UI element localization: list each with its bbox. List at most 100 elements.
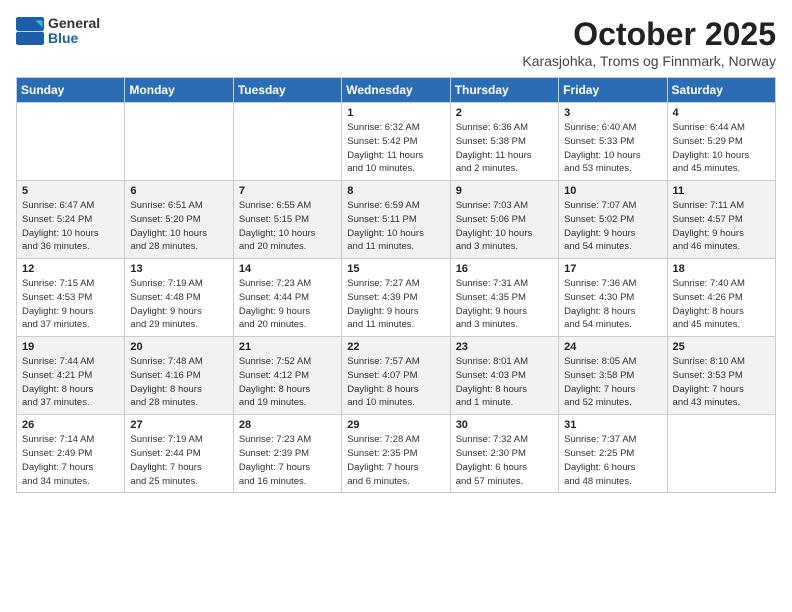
header-saturday: Saturday [667,78,775,103]
header-wednesday: Wednesday [342,78,450,103]
table-row: 22Sunrise: 7:57 AM Sunset: 4:07 PM Dayli… [342,337,450,415]
logo-icon [16,17,44,45]
table-row: 24 Sunrise: 8:05 AM Sunset: 3:58 PM Dayli… [559,337,667,415]
day-detail: Sunrise: 7:28 AM Sunset: 2:35 PM Dayligh… [347,433,444,488]
table-row: 27 Sunrise: 7:19 AM Sunset: 2:44 PM Dayli… [125,415,233,493]
day-detail: Sunrise: 7:48 AM Sunset: 4:16 PM Dayligh… [130,355,227,410]
day-number: 14 [239,263,336,275]
day-detail: Sunrise: 7:32 AM Sunset: 2:30 PM Dayligh… [456,433,553,488]
table-row: 30Sunrise: 7:32 AM Sunset: 2:30 PM Dayli… [450,415,558,493]
title-block: October 2025 Karasjohka, Troms og Finnma… [522,16,776,69]
day-number: 7 [239,185,336,197]
day-detail: Sunrise: 6:36 AM Sunset: 5:38 PM Dayligh… [456,121,553,176]
logo: General Blue [16,16,100,47]
day-number: 25 [673,341,770,353]
day-number: 11 [673,185,770,197]
day-detail: Sunrise: 7:27 AM Sunset: 4:39 PM Dayligh… [347,277,444,332]
day-number: 6 [130,185,227,197]
day-number: 22 [347,341,444,353]
table-row: 23Sunrise: 8:01 AM Sunset: 4:03 PM Dayli… [450,337,558,415]
day-number: 19 [22,341,119,353]
calendar-week-row: 5 Sunrise: 6:47 AM Sunset: 5:24 PM Daylig… [17,181,776,259]
day-number: 20 [130,341,227,353]
header-sunday: Sunday [17,78,125,103]
table-row: 1Sunrise: 6:32 AM Sunset: 5:42 PM Daylig… [342,103,450,181]
table-row: 4Sunrise: 6:44 AM Sunset: 5:29 PM Daylig… [667,103,775,181]
calendar-title: October 2025 [522,16,776,53]
day-detail: Sunrise: 7:03 AM Sunset: 5:06 PM Dayligh… [456,199,553,254]
table-row: 2 Sunrise: 6:36 AM Sunset: 5:38 PM Daylig… [450,103,558,181]
day-detail: Sunrise: 7:19 AM Sunset: 4:48 PM Dayligh… [130,277,227,332]
header-friday: Friday [559,78,667,103]
day-detail: Sunrise: 7:44 AM Sunset: 4:21 PM Dayligh… [22,355,119,410]
day-detail: Sunrise: 7:19 AM Sunset: 2:44 PM Dayligh… [130,433,227,488]
day-number: 13 [130,263,227,275]
day-number: 5 [22,185,119,197]
table-row: 26 Sunrise: 7:14 AM Sunset: 2:49 PM Dayli… [17,415,125,493]
table-row [17,103,125,181]
table-row: 9 Sunrise: 7:03 AM Sunset: 5:06 PM Daylig… [450,181,558,259]
table-row: 19 Sunrise: 7:44 AM Sunset: 4:21 PM Dayli… [17,337,125,415]
table-row: 29 Sunrise: 7:28 AM Sunset: 2:35 PM Dayli… [342,415,450,493]
day-number: 2 [456,107,553,119]
logo-text: General Blue [48,16,100,47]
day-detail: Sunrise: 7:07 AM Sunset: 5:02 PM Dayligh… [564,199,661,254]
table-row: 11Sunrise: 7:11 AM Sunset: 4:57 PM Dayli… [667,181,775,259]
table-row: 17 Sunrise: 7:36 AM Sunset: 4:30 PM Dayli… [559,259,667,337]
day-number: 9 [456,185,553,197]
day-number: 15 [347,263,444,275]
day-detail: Sunrise: 6:32 AM Sunset: 5:42 PM Dayligh… [347,121,444,176]
calendar-week-row: 12 Sunrise: 7:15 AM Sunset: 4:53 PM Dayli… [17,259,776,337]
day-number: 17 [564,263,661,275]
table-row: 6 Sunrise: 6:51 AM Sunset: 5:20 PM Daylig… [125,181,233,259]
table-row: 28 Sunrise: 7:23 AM Sunset: 2:39 PM Dayli… [233,415,341,493]
table-row: 16Sunrise: 7:31 AM Sunset: 4:35 PM Dayli… [450,259,558,337]
calendar-week-row: 19 Sunrise: 7:44 AM Sunset: 4:21 PM Dayli… [17,337,776,415]
day-number: 28 [239,419,336,431]
day-detail: Sunrise: 7:23 AM Sunset: 2:39 PM Dayligh… [239,433,336,488]
day-detail: Sunrise: 7:52 AM Sunset: 4:12 PM Dayligh… [239,355,336,410]
header-monday: Monday [125,78,233,103]
day-detail: Sunrise: 7:40 AM Sunset: 4:26 PM Dayligh… [673,277,770,332]
table-row: 3 Sunrise: 6:40 AM Sunset: 5:33 PM Daylig… [559,103,667,181]
table-row: 5 Sunrise: 6:47 AM Sunset: 5:24 PM Daylig… [17,181,125,259]
table-row: 18Sunrise: 7:40 AM Sunset: 4:26 PM Dayli… [667,259,775,337]
day-number: 3 [564,107,661,119]
calendar-table: Sunday Monday Tuesday Wednesday Thursday… [16,77,776,493]
calendar-week-row: 26 Sunrise: 7:14 AM Sunset: 2:49 PM Dayli… [17,415,776,493]
calendar-subtitle: Karasjohka, Troms og Finnmark, Norway [522,53,776,69]
day-detail: Sunrise: 7:23 AM Sunset: 4:44 PM Dayligh… [239,277,336,332]
table-row: 15 Sunrise: 7:27 AM Sunset: 4:39 PM Dayli… [342,259,450,337]
table-row: 8Sunrise: 6:59 AM Sunset: 5:11 PM Daylig… [342,181,450,259]
table-row: 13 Sunrise: 7:19 AM Sunset: 4:48 PM Dayli… [125,259,233,337]
day-detail: Sunrise: 6:40 AM Sunset: 5:33 PM Dayligh… [564,121,661,176]
logo-general-text: General [48,16,100,31]
day-number: 16 [456,263,553,275]
day-detail: Sunrise: 7:36 AM Sunset: 4:30 PM Dayligh… [564,277,661,332]
day-number: 29 [347,419,444,431]
day-number: 8 [347,185,444,197]
table-row [125,103,233,181]
day-number: 27 [130,419,227,431]
table-row: 20 Sunrise: 7:48 AM Sunset: 4:16 PM Dayli… [125,337,233,415]
table-row: 7 Sunrise: 6:55 AM Sunset: 5:15 PM Daylig… [233,181,341,259]
day-number: 12 [22,263,119,275]
calendar-header-row: Sunday Monday Tuesday Wednesday Thursday… [17,78,776,103]
day-detail: Sunrise: 8:05 AM Sunset: 3:58 PM Dayligh… [564,355,661,410]
day-detail: Sunrise: 7:15 AM Sunset: 4:53 PM Dayligh… [22,277,119,332]
day-number: 10 [564,185,661,197]
day-detail: Sunrise: 6:55 AM Sunset: 5:15 PM Dayligh… [239,199,336,254]
table-row: 14 Sunrise: 7:23 AM Sunset: 4:44 PM Dayli… [233,259,341,337]
table-row [233,103,341,181]
table-row: 21 Sunrise: 7:52 AM Sunset: 4:12 PM Dayli… [233,337,341,415]
day-detail: Sunrise: 6:51 AM Sunset: 5:20 PM Dayligh… [130,199,227,254]
day-detail: Sunrise: 7:14 AM Sunset: 2:49 PM Dayligh… [22,433,119,488]
day-number: 21 [239,341,336,353]
day-detail: Sunrise: 6:44 AM Sunset: 5:29 PM Dayligh… [673,121,770,176]
table-row: 25Sunrise: 8:10 AM Sunset: 3:53 PM Dayli… [667,337,775,415]
day-detail: Sunrise: 6:47 AM Sunset: 5:24 PM Dayligh… [22,199,119,254]
day-number: 24 [564,341,661,353]
day-number: 23 [456,341,553,353]
day-number: 26 [22,419,119,431]
table-row: 31Sunrise: 7:37 AM Sunset: 2:25 PM Dayli… [559,415,667,493]
